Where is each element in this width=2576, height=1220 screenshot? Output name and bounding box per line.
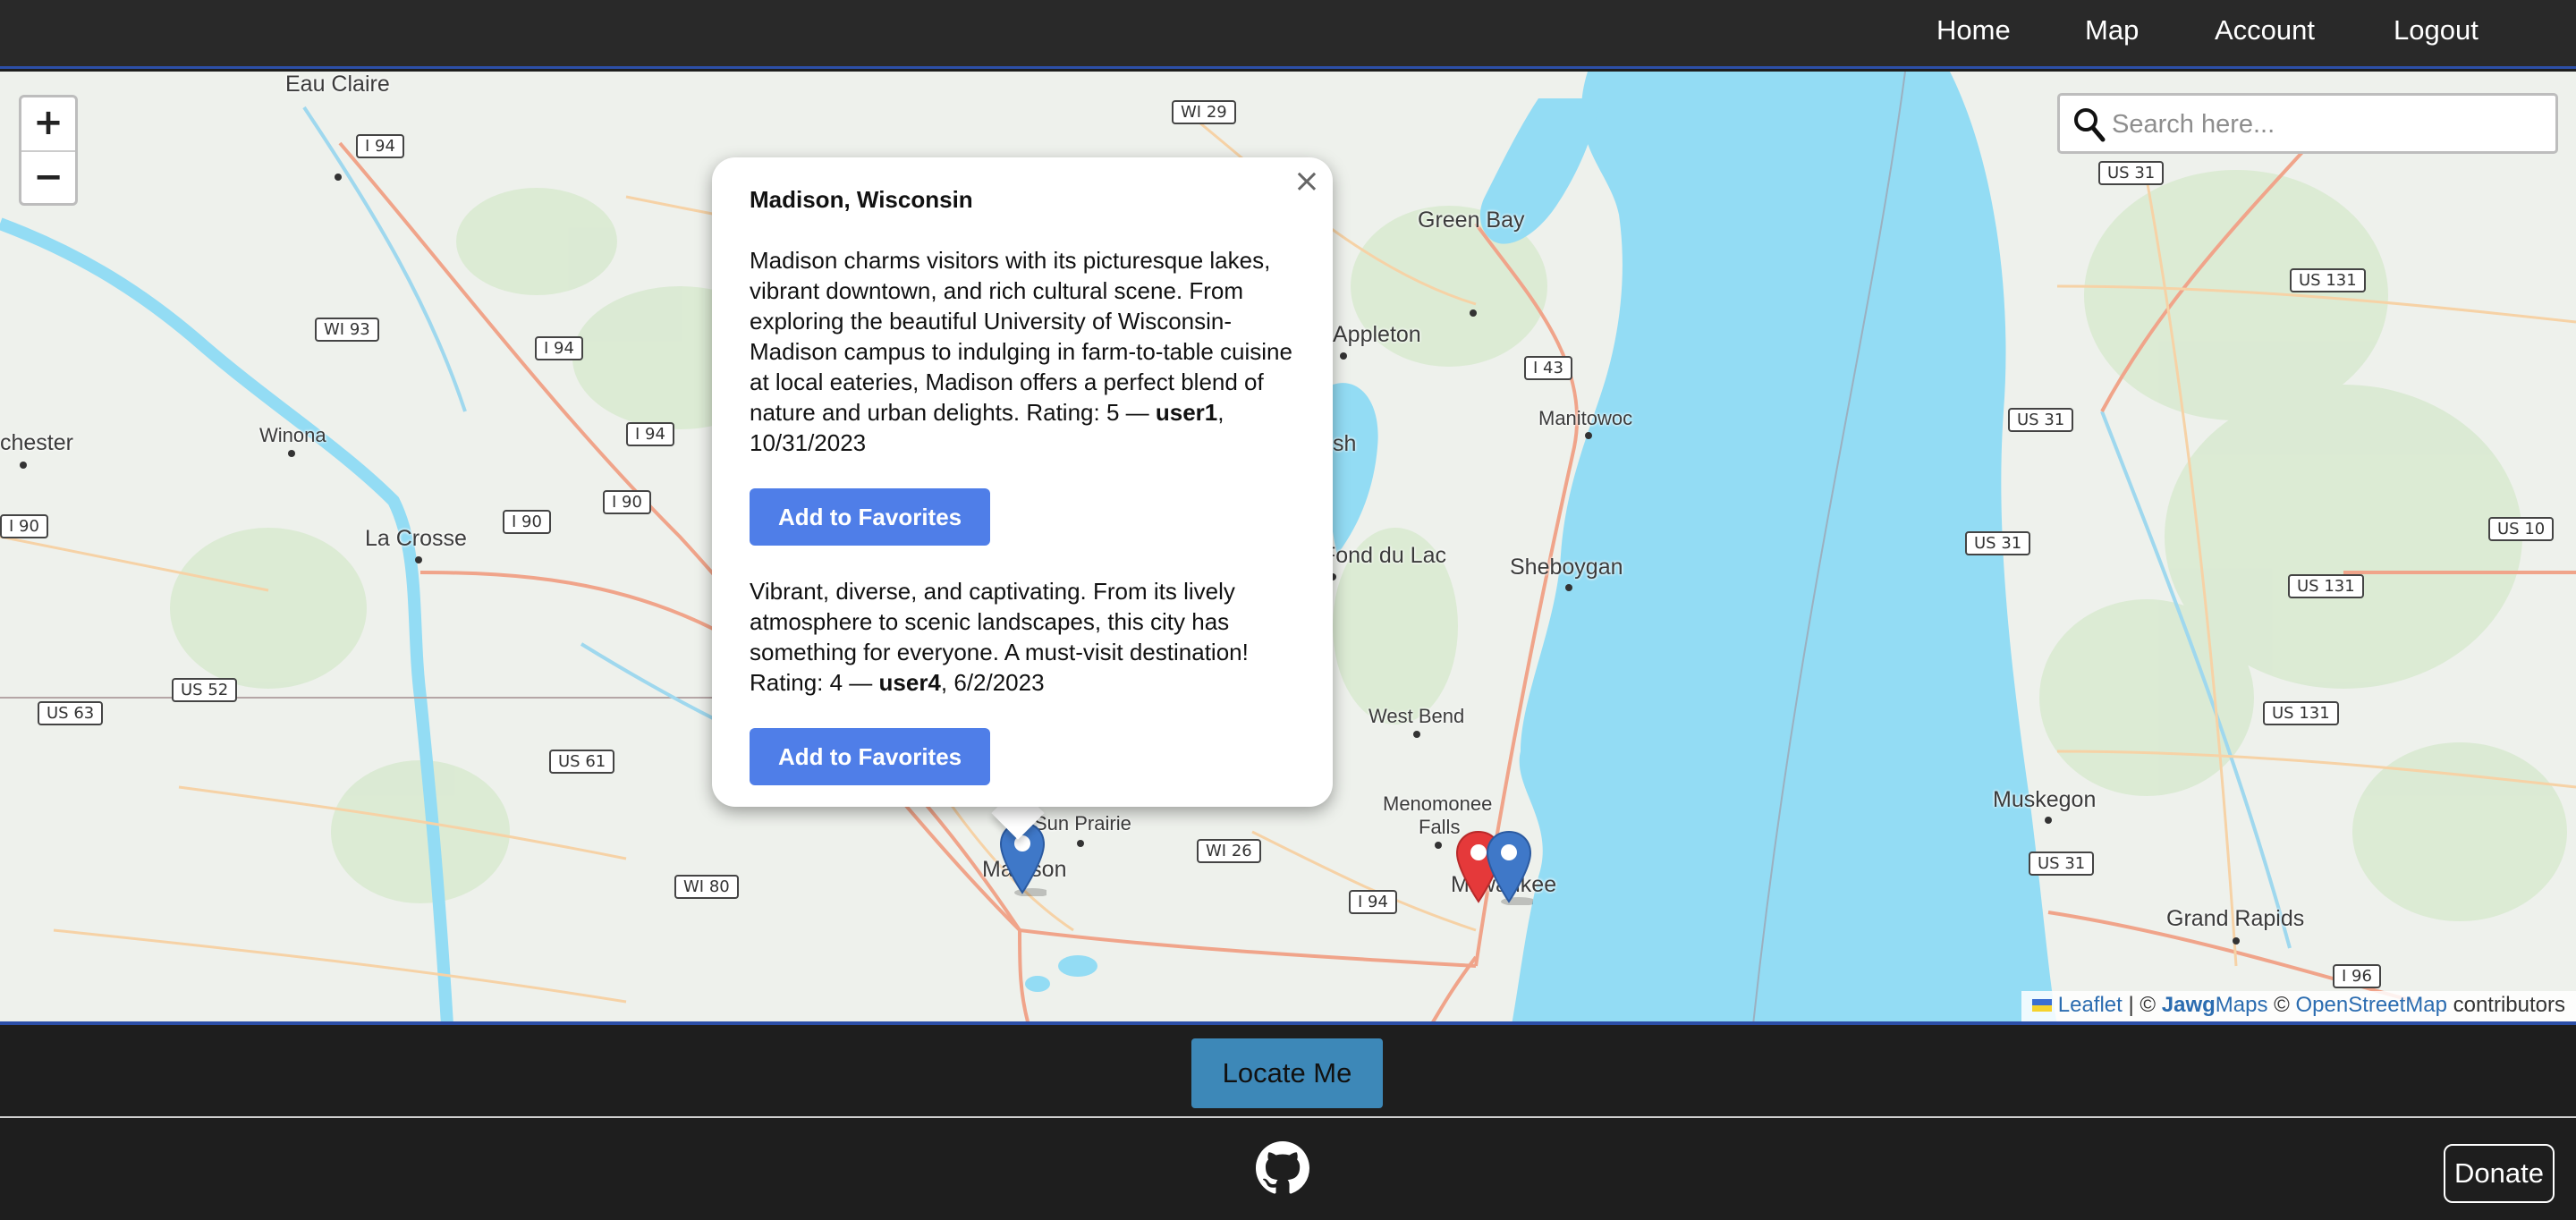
map-marker-milwaukee[interactable] bbox=[1485, 830, 1533, 905]
route-shield: WI 26 bbox=[1197, 839, 1261, 863]
review-text: Vibrant, diverse, and captivating. From … bbox=[750, 578, 1249, 696]
donate-button[interactable]: Donate bbox=[2444, 1144, 2555, 1203]
github-icon[interactable] bbox=[1256, 1141, 1309, 1195]
route-shield: US 31 bbox=[2029, 851, 2095, 876]
popup-content: Madison, Wisconsin Madison charms visito… bbox=[750, 184, 1299, 816]
route-shield: US 131 bbox=[2288, 574, 2364, 598]
add-to-favorites-button[interactable]: Add to Favorites bbox=[750, 488, 991, 546]
route-shield: I 43 bbox=[1524, 356, 1572, 380]
place-label: Manitowoc bbox=[1538, 407, 1633, 429]
map-view[interactable]: Eau Claire Green Bay Appleton Manitowoc … bbox=[0, 72, 2576, 1025]
route-shield: US 63 bbox=[38, 701, 104, 725]
place-label: Eau Claire bbox=[285, 72, 390, 97]
place-label: Winona bbox=[259, 424, 326, 446]
jawgmaps-link[interactable]: JawgMaps bbox=[2162, 993, 2268, 1017]
nav-map[interactable]: Map bbox=[2085, 14, 2139, 47]
place-label: Green Bay bbox=[1418, 208, 1525, 233]
popup-title: Madison, Wisconsin bbox=[750, 186, 973, 213]
route-shield: US 131 bbox=[2263, 701, 2339, 725]
place-label: Menomonee bbox=[1383, 792, 1493, 815]
route-shield: I 96 bbox=[2333, 964, 2381, 988]
route-shield: I 94 bbox=[1349, 890, 1397, 914]
place-label: La Crosse bbox=[365, 526, 467, 551]
route-shield: WI 93 bbox=[315, 318, 379, 342]
location-popup: × Madison, Wisconsin Madison charms visi… bbox=[712, 157, 1333, 807]
review-user: user4 bbox=[878, 669, 941, 696]
footer: Donate bbox=[0, 1120, 2576, 1220]
route-shield: I 94 bbox=[626, 422, 674, 446]
route-shield: US 61 bbox=[549, 750, 615, 774]
map-attribution: Leaflet | © JawgMaps © OpenStreetMap con… bbox=[2021, 991, 2576, 1021]
route-shield: I 90 bbox=[503, 510, 551, 534]
nav-home[interactable]: Home bbox=[1936, 14, 2011, 47]
place-label: Sheboygan bbox=[1510, 555, 1623, 580]
ukraine-flag-icon bbox=[2032, 999, 2053, 1012]
search-input[interactable] bbox=[2112, 105, 2541, 144]
zoom-out-button[interactable]: − bbox=[21, 150, 75, 203]
place-label: Muskegon bbox=[1993, 787, 2097, 812]
route-shield: US 31 bbox=[2098, 161, 2165, 185]
openstreetmap-link[interactable]: OpenStreetMap bbox=[2296, 993, 2447, 1017]
review-text: Madison charms visitors with its picture… bbox=[750, 247, 1292, 456]
review-date: , 6/2/2023 bbox=[940, 669, 1045, 696]
search-icon bbox=[2074, 108, 2106, 142]
route-shield: US 10 bbox=[2488, 517, 2555, 541]
route-shield: US 131 bbox=[2290, 268, 2366, 292]
route-shield: I 94 bbox=[356, 134, 404, 158]
zoom-control: + − bbox=[19, 95, 78, 206]
place-label: sh bbox=[1333, 431, 1357, 456]
route-shield: WI 29 bbox=[1172, 100, 1236, 124]
nav-account[interactable]: Account bbox=[2215, 14, 2315, 47]
route-shield: I 90 bbox=[0, 514, 48, 538]
zoom-in-button[interactable]: + bbox=[21, 97, 75, 150]
route-shield: US 52 bbox=[172, 678, 238, 702]
add-to-favorites-button[interactable]: Add to Favorites bbox=[750, 728, 991, 785]
route-shield: US 31 bbox=[1965, 531, 2031, 555]
place-label: West Bend bbox=[1368, 705, 1465, 727]
locate-bar: Locate Me bbox=[0, 1029, 2576, 1118]
route-shield: US 31 bbox=[2008, 408, 2074, 432]
place-label: chester bbox=[0, 430, 73, 455]
place-label: Appleton bbox=[1333, 322, 1421, 347]
search-box bbox=[2057, 93, 2558, 154]
locate-me-button[interactable]: Locate Me bbox=[1191, 1038, 1383, 1108]
top-nav: Home Map Account Logout bbox=[0, 0, 2576, 69]
place-label: Grand Rapids bbox=[2166, 906, 2305, 931]
leaflet-link[interactable]: Leaflet bbox=[2058, 993, 2123, 1017]
route-shield: WI 80 bbox=[674, 875, 739, 899]
nav-logout[interactable]: Logout bbox=[2394, 14, 2479, 47]
place-label: Fond du Lac bbox=[1322, 543, 1446, 568]
route-shield: I 94 bbox=[535, 336, 583, 360]
review-user: user1 bbox=[1155, 399, 1218, 426]
route-shield: I 90 bbox=[603, 490, 651, 514]
